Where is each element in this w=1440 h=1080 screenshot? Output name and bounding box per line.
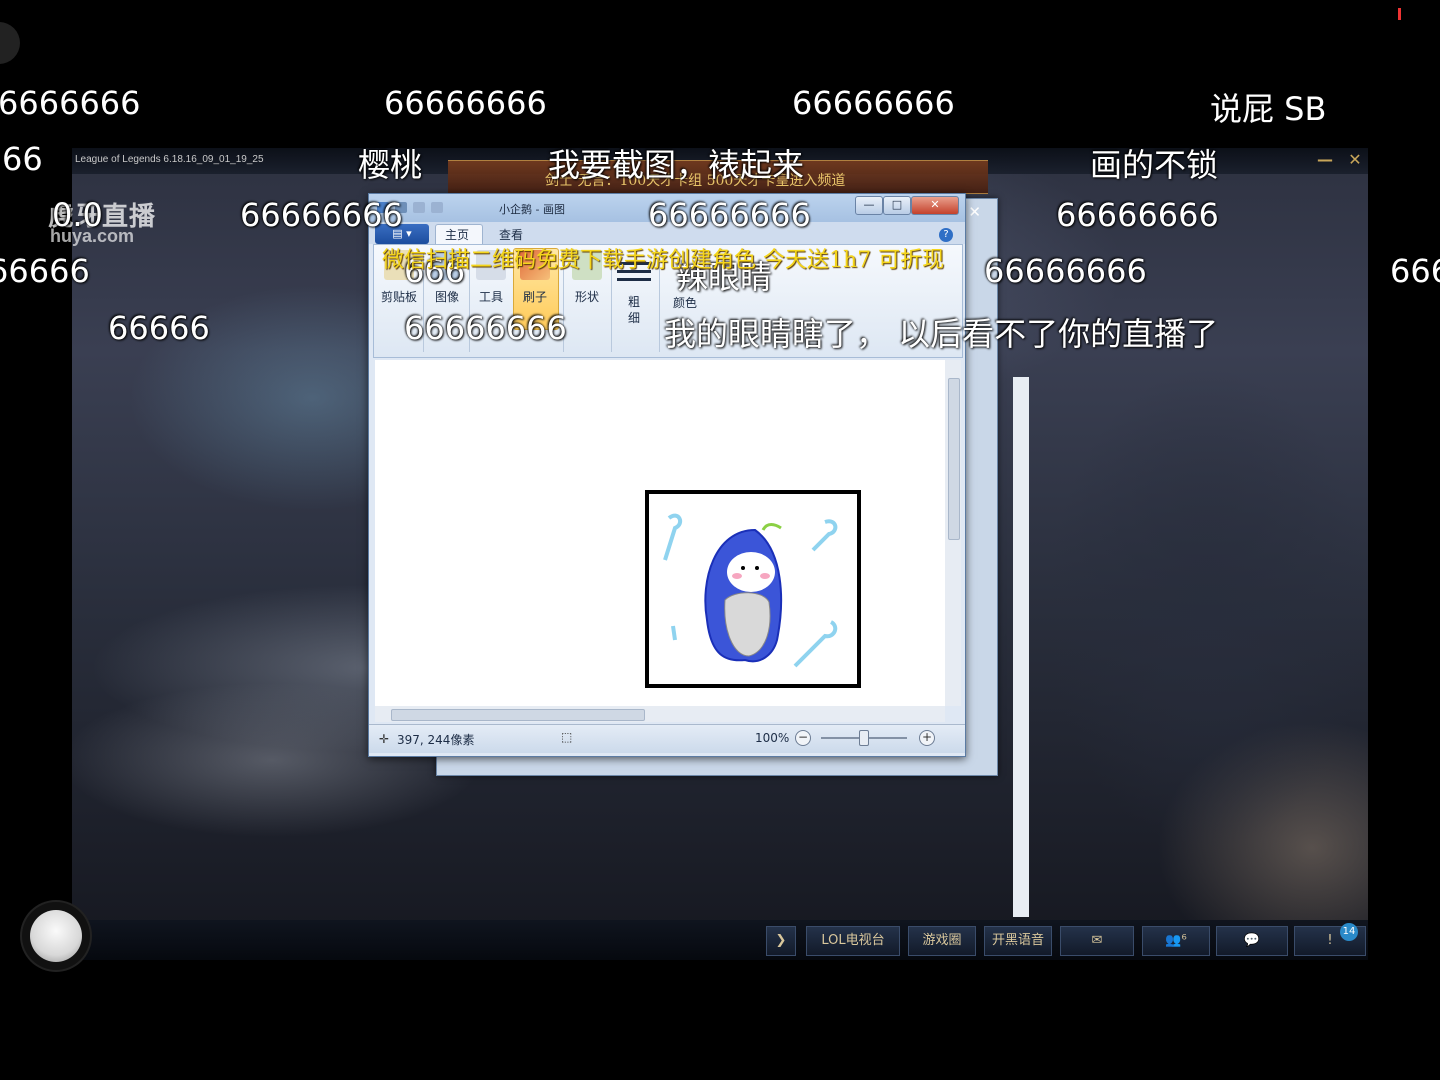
- game-circle-button[interactable]: 游戏圈: [908, 926, 976, 956]
- assistive-touch-knob[interactable]: [30, 910, 82, 962]
- collapse-arrow-button[interactable]: ❯: [766, 926, 796, 956]
- danmaku-comment: 66666: [108, 309, 210, 347]
- zoom-out-button[interactable]: −: [795, 730, 811, 746]
- group-label: 剪贴板: [380, 290, 417, 304]
- danmaku-comment: 66666666: [404, 309, 567, 347]
- selection-size-icon: ⬚: [561, 730, 573, 744]
- paint-window-title: 小企鹅 - 画图: [499, 203, 565, 216]
- group-label: 图像: [434, 290, 459, 304]
- notification-badge: 14: [1340, 923, 1358, 941]
- danmaku-comment: 我的眼睛瞎了， 以后看不了你的直播了: [664, 315, 1219, 353]
- tab-view[interactable]: 查看: [499, 226, 523, 243]
- cursor-coordinates: 397, 244像素: [397, 733, 475, 747]
- stream-view: League of Legends 6.18.16_09_01_19_25 — …: [0, 0, 1440, 1080]
- chat-icon[interactable]: 💬: [1216, 926, 1288, 956]
- danmaku-comment: 66666: [0, 252, 90, 290]
- menu-button-partial[interactable]: [0, 22, 20, 64]
- group-label: 工具: [478, 290, 503, 304]
- friends-icon[interactable]: 👥⁶: [1142, 926, 1210, 956]
- mail-icon[interactable]: ✉: [1060, 926, 1134, 956]
- danmaku-comment: 666: [1390, 252, 1440, 290]
- penguin-drawing: [645, 490, 861, 688]
- group-label: 形状: [574, 290, 599, 304]
- cursor-position-icon: ✛: [379, 732, 390, 746]
- danmaku-comment: 0.0: [52, 196, 103, 234]
- danmaku-comment: 66666666: [792, 84, 955, 122]
- danmaku-ad-comment: 微信扫描二维码免费下载手游创建角色 今天送1h7 可折现: [382, 248, 945, 273]
- danmaku-comment: 画的不锁: [1090, 146, 1219, 184]
- danmaku-comment: 6666666: [0, 84, 141, 122]
- voice-chat-button[interactable]: 开黑语音: [984, 926, 1052, 956]
- danmaku-comment: 66666666: [984, 252, 1147, 290]
- tab-home[interactable]: 主页: [445, 226, 469, 243]
- danmaku-comment: 66666666: [1056, 196, 1219, 234]
- danmaku-comment: 樱桃: [358, 146, 423, 184]
- danmaku-comment: 66666666: [648, 196, 811, 234]
- zoom-level: 100%: [755, 731, 790, 745]
- danmaku-comment: 66666666: [384, 84, 547, 122]
- danmaku-comment: 我要截图，裱起来: [548, 146, 805, 184]
- undo-icon[interactable]: [413, 202, 425, 213]
- scrollbar-thumb[interactable]: [948, 378, 960, 540]
- scrollbar-thumb[interactable]: [391, 709, 645, 721]
- zoom-in-button[interactable]: +: [919, 730, 935, 746]
- danmaku-comment: 66: [2, 140, 43, 178]
- scrollbar-horizontal[interactable]: [375, 706, 945, 722]
- client-minimize-button[interactable]: —: [1314, 150, 1336, 170]
- client-title: League of Legends 6.18.16_09_01_19_25: [75, 154, 264, 165]
- danmaku-comment: 66666666: [240, 196, 403, 234]
- lol-tv-button[interactable]: LOL电视台: [806, 926, 900, 956]
- paint-minimize-button[interactable]: —: [855, 196, 883, 215]
- close-icon[interactable]: ✕: [968, 203, 981, 221]
- help-icon[interactable]: ?: [939, 228, 953, 242]
- scrollbar-vertical[interactable]: [945, 360, 961, 706]
- zoom-slider-thumb[interactable]: [859, 730, 869, 746]
- danmaku-comment: 说屁 SB: [1210, 90, 1327, 128]
- paint-close-button[interactable]: ✕: [911, 196, 959, 215]
- group-label: 刷子: [522, 290, 547, 304]
- scrollbar-vertical[interactable]: [1013, 377, 1029, 917]
- group-size-label[interactable]: 粗 细: [619, 294, 649, 326]
- paint-maximize-button[interactable]: □: [883, 196, 911, 215]
- redo-icon[interactable]: [431, 202, 443, 213]
- client-close-button[interactable]: ✕: [1344, 150, 1366, 170]
- recording-indicator: [1398, 8, 1401, 20]
